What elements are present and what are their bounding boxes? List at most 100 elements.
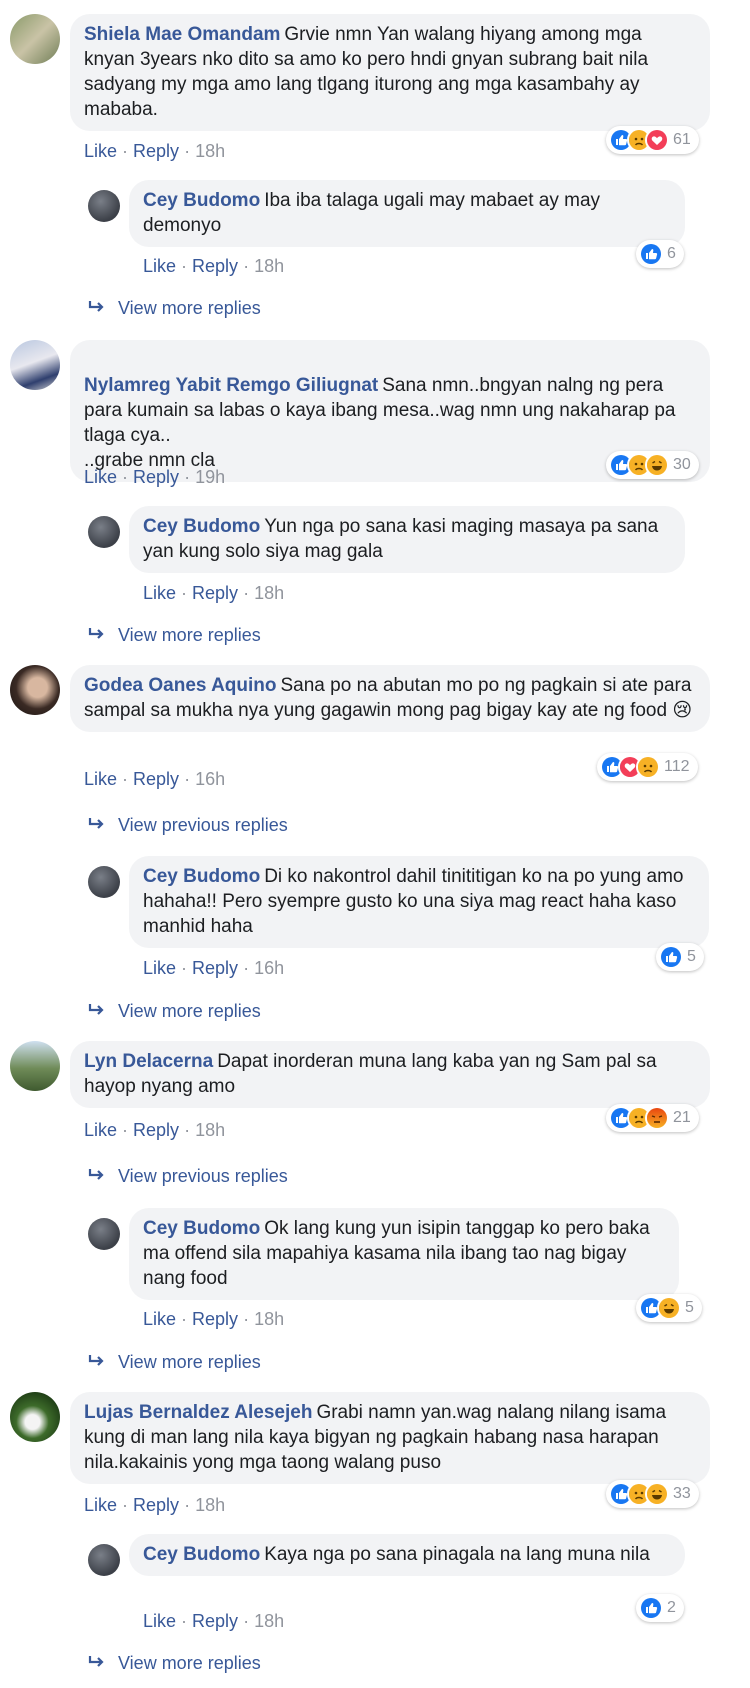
like-reaction-icon: [639, 1596, 663, 1620]
avatar[interactable]: [88, 516, 120, 548]
comment-author[interactable]: Shiela Mae Omandam: [84, 24, 280, 45]
timestamp[interactable]: 16h: [195, 769, 225, 789]
like-button[interactable]: Like: [84, 769, 117, 789]
reply-actions: Like · Reply · 18h: [143, 583, 285, 603]
like-reaction-icon: [659, 945, 683, 969]
comment-author[interactable]: Lyn Delacerna: [84, 1051, 213, 1072]
avatar[interactable]: [10, 1041, 60, 1091]
reply-text: Kaya nga po sana pinagala na lang muna n…: [264, 1544, 650, 1565]
view-previous-replies-link[interactable]: View previous replies: [88, 815, 288, 836]
reaction-summary[interactable]: 2: [636, 1594, 684, 1622]
reply-button[interactable]: Reply: [133, 1495, 179, 1515]
reply-button[interactable]: Reply: [192, 256, 238, 276]
like-button[interactable]: Like: [143, 1611, 176, 1631]
comment-author[interactable]: Nylamreg Yabit Remgo Giliugnat: [84, 375, 378, 396]
like-button[interactable]: Like: [84, 1495, 117, 1515]
timestamp[interactable]: 18h: [254, 1611, 284, 1631]
sad-reaction-icon: [636, 755, 660, 779]
avatar[interactable]: [88, 1218, 120, 1250]
love-reaction-icon: [645, 128, 669, 152]
like-button[interactable]: Like: [143, 583, 176, 603]
avatar[interactable]: [10, 665, 60, 715]
reply-arrow-icon: [88, 625, 110, 646]
avatar[interactable]: [10, 14, 60, 64]
reaction-count: 5: [685, 1299, 694, 1316]
reaction-summary[interactable]: 30: [606, 451, 699, 479]
reaction-count: 2: [667, 1599, 676, 1616]
reaction-summary[interactable]: 5: [656, 943, 704, 971]
reply-arrow-icon: [88, 1001, 110, 1022]
view-more-replies-link[interactable]: View more replies: [88, 1352, 261, 1373]
reaction-count: 21: [673, 1109, 691, 1126]
like-button[interactable]: Like: [143, 1309, 176, 1329]
timestamp[interactable]: 18h: [195, 141, 225, 161]
reaction-count: 112: [664, 758, 690, 775]
reaction-summary[interactable]: 6: [636, 240, 684, 268]
reply-button[interactable]: Reply: [133, 769, 179, 789]
reply-arrow-icon: [88, 1653, 110, 1674]
like-reaction-icon: [639, 242, 663, 266]
like-button[interactable]: Like: [84, 141, 117, 161]
avatar[interactable]: [10, 1392, 60, 1442]
reaction-count: 61: [673, 131, 691, 148]
reaction-count: 30: [673, 456, 691, 473]
reply-button[interactable]: Reply: [192, 1309, 238, 1329]
avatar[interactable]: [88, 1544, 120, 1576]
timestamp[interactable]: 18h: [254, 256, 284, 276]
reply-author[interactable]: Cey Budomo: [143, 1544, 260, 1565]
reply-actions: Like · Reply · 18h: [143, 256, 285, 276]
avatar[interactable]: [88, 190, 120, 222]
reaction-count: 6: [667, 245, 676, 262]
angry-reaction-icon: [645, 1106, 669, 1130]
view-more-replies-link[interactable]: View more replies: [88, 298, 261, 319]
reply-button[interactable]: Reply: [133, 1120, 179, 1140]
reaction-summary[interactable]: 33: [606, 1480, 699, 1508]
comment-actions: Like · Reply · 18h: [84, 1120, 226, 1140]
avatar[interactable]: [10, 340, 60, 390]
reaction-summary[interactable]: 112: [597, 753, 698, 781]
haha-reaction-icon: [657, 1296, 681, 1320]
like-button[interactable]: Like: [143, 958, 176, 978]
like-button[interactable]: Like: [84, 1120, 117, 1140]
comment-actions: Like · Reply · 16h: [84, 769, 226, 789]
view-more-replies-link[interactable]: View more replies: [88, 625, 261, 646]
timestamp[interactable]: 18h: [254, 583, 284, 603]
comment-bubble: Shiela Mae Omandam Grvie nmn Yan walang h…: [70, 14, 710, 131]
comment-bubble: Lyn Delacerna Dapat inorderan muna lang k…: [70, 1041, 710, 1108]
timestamp[interactable]: 18h: [254, 1309, 284, 1329]
view-more-replies-link[interactable]: View more replies: [88, 1653, 261, 1674]
reply-button[interactable]: Reply: [133, 141, 179, 161]
reply-button[interactable]: Reply: [192, 958, 238, 978]
avatar[interactable]: [88, 866, 120, 898]
comment-author[interactable]: Godea Oanes Aquino: [84, 675, 277, 696]
reply-author[interactable]: Cey Budomo: [143, 516, 260, 537]
timestamp[interactable]: 16h: [254, 958, 284, 978]
reaction-count: 5: [687, 948, 696, 965]
reply-author[interactable]: Cey Budomo: [143, 1218, 260, 1239]
reply-author[interactable]: Cey Budomo: [143, 190, 260, 211]
reply-button[interactable]: Reply: [192, 583, 238, 603]
reply-bubble: Cey Budomo Ok lang kung yun isipin tangga…: [129, 1208, 679, 1300]
reply-button[interactable]: Reply: [192, 1611, 238, 1631]
like-button[interactable]: Like: [84, 467, 117, 487]
view-more-replies-link[interactable]: View more replies: [88, 1001, 261, 1022]
like-button[interactable]: Like: [143, 256, 176, 276]
reaction-summary[interactable]: 61: [606, 126, 699, 154]
reply-author[interactable]: Cey Budomo: [143, 866, 260, 887]
reply-arrow-icon: [88, 298, 110, 319]
comment-actions: Like · Reply · 19h: [84, 467, 226, 487]
timestamp[interactable]: 19h: [195, 467, 225, 487]
haha-reaction-icon: [645, 1482, 669, 1506]
comment-author[interactable]: Lujas Bernaldez Alesejeh: [84, 1402, 312, 1423]
reply-actions: Like · Reply · 18h: [143, 1611, 285, 1631]
reply-bubble: Cey Budomo Yun nga po sana kasi maging ma…: [129, 506, 685, 573]
timestamp[interactable]: 18h: [195, 1120, 225, 1140]
reaction-summary[interactable]: 5: [636, 1294, 702, 1322]
reaction-summary[interactable]: 21: [606, 1104, 699, 1132]
reply-actions: Like · Reply · 18h: [143, 1309, 285, 1329]
comment-bubble: Lujas Bernaldez Alesejeh Grabi namn yan.w…: [70, 1392, 710, 1484]
timestamp[interactable]: 18h: [195, 1495, 225, 1515]
reply-arrow-icon: [88, 815, 110, 836]
view-previous-replies-link[interactable]: View previous replies: [88, 1166, 288, 1187]
reply-button[interactable]: Reply: [133, 467, 179, 487]
